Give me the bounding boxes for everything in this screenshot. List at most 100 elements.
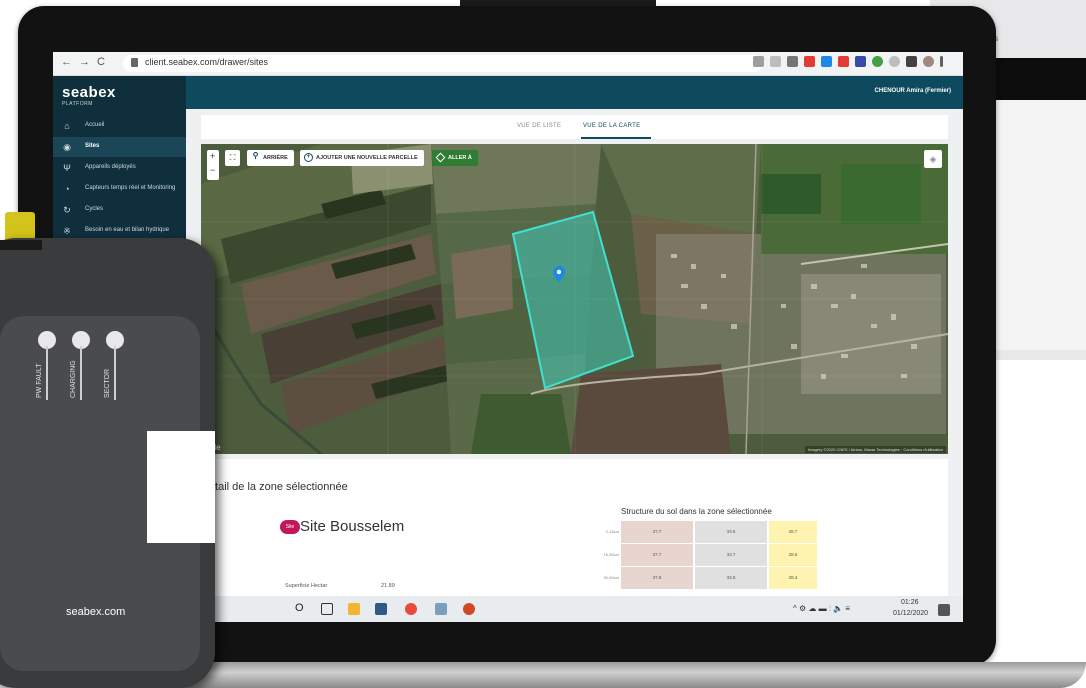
main-content: VUE DE LISTE VUE DE LA CARTE + − ⛶ ⚲ ARR… (186, 109, 963, 596)
user-menu[interactable]: CHENOUR Amira (Fermier) (875, 88, 951, 94)
add-circle-icon: + (304, 153, 313, 162)
diamond-icon (435, 152, 446, 163)
extension-blue-icon[interactable] (821, 56, 832, 67)
device-side-tab (147, 431, 215, 543)
sidebar-item-label: Cycles (85, 206, 104, 212)
profile-avatar[interactable] (923, 56, 934, 67)
satellite-map[interactable]: + − ⛶ ⚲ ARRIÈRE + AJOUTER UNE NOUVELLE P… (201, 144, 948, 454)
calculator-icon[interactable] (375, 603, 387, 615)
goto-label: ALLER À (448, 155, 472, 161)
clock-date[interactable]: 01/12/2020 (893, 610, 928, 617)
zoom-out-button[interactable]: − (210, 165, 215, 175)
zoom-icon[interactable] (753, 56, 764, 67)
water-icon: ※ (63, 226, 71, 236)
clock-time[interactable]: 01:26 (901, 599, 919, 606)
back-button[interactable]: ⚲ ARRIÈRE (247, 150, 294, 166)
sidebar-item-appareils[interactable]: Ψ Appareils déployés (53, 158, 186, 178)
sidebar-item-label: Accueil (85, 122, 105, 128)
system-tray[interactable]: ^ ⚙ ☁ ▬ ⫶ 🔈 ≡ (793, 604, 850, 614)
area-label: Superficie Hectar (285, 583, 328, 589)
task-view-icon[interactable] (321, 603, 333, 615)
goto-button[interactable]: ALLER À (432, 150, 478, 166)
soil-silt-cell: 33.7 (695, 544, 767, 566)
sidebar-item-cycles[interactable]: ↻ Cycles (53, 200, 186, 220)
led-stem (80, 346, 82, 400)
soil-sand-cell: 28.6 (769, 544, 817, 566)
url-text: client.seabex.com/drawer/sites (145, 57, 269, 67)
extension-red-icon[interactable] (804, 56, 815, 67)
puzzle-icon[interactable] (906, 56, 917, 67)
area-value: 21.89 (381, 583, 395, 589)
soil-structure-title: Structure du sol dans la zone sélectionn… (621, 507, 772, 516)
soil-sand-cell: 28.4 (769, 567, 817, 589)
soil-silt-cell: 33.8 (695, 567, 767, 589)
soil-sand-cell: 28.7 (769, 521, 817, 543)
active-tab-indicator (581, 137, 651, 139)
tab-list-view[interactable]: VUE DE LISTE (517, 123, 561, 129)
soil-depth-label: 15-30cm (603, 552, 619, 557)
back-button-label: ARRIÈRE (263, 155, 288, 161)
site-badge: Site (280, 520, 300, 534)
soil-depth-label: 30-60cm (603, 575, 619, 580)
charging-label: CHARGING (70, 360, 77, 398)
forward-arrow-icon[interactable]: → (79, 56, 90, 68)
antenna-base (0, 240, 42, 250)
reload-icon[interactable]: C (97, 56, 105, 68)
led-stem (46, 346, 48, 400)
fullscreen-icon[interactable]: ⛶ (225, 150, 240, 166)
gauge-icon: ◔ (64, 184, 70, 194)
add-parcel-label: AJOUTER UNE NOUVELLE PARCELLE (316, 155, 418, 161)
site-name: Site Bousselem (300, 518, 405, 535)
camera-icon[interactable] (787, 56, 798, 67)
extension-mail-icon[interactable] (838, 56, 849, 67)
extension-doc-icon[interactable] (855, 56, 866, 67)
extension-green-icon[interactable] (872, 56, 883, 67)
sector-label: SECTOR (104, 368, 111, 398)
zone-detail-panel: Détail de la zone sélectionnée Site Site… (201, 459, 948, 596)
soil-clay-cell: 37.7 (621, 521, 693, 543)
soil-depth-label: 0-15cm (605, 529, 619, 534)
map-attribution[interactable]: Imagery ©2020 CNES / Airbus, Maxar Techn… (804, 446, 946, 453)
selected-parcel[interactable] (201, 144, 948, 454)
app-logo-subtitle: PLATFORM (62, 101, 93, 107)
soil-clay-cell: 37.7 (621, 544, 693, 566)
lock-icon (131, 58, 138, 67)
zoom-control: + − (207, 150, 219, 180)
add-parcel-button[interactable]: + AJOUTER UNE NOUVELLE PARCELLE (300, 150, 424, 166)
sidebar-item-capteurs[interactable]: ◔ Capteurs temps réel et Monitoring (53, 179, 186, 199)
zoom-in-button[interactable]: + (210, 151, 215, 161)
sidebar-item-label: Sites (85, 143, 100, 149)
cycle-icon: ↻ (63, 205, 71, 215)
back-arrow-icon[interactable]: ← (61, 56, 72, 68)
led-stem (114, 346, 116, 400)
chrome-icon[interactable] (405, 603, 417, 615)
device-brand: seabex.com (66, 606, 126, 618)
soil-clay-cell: 37.8 (621, 567, 693, 589)
view-tabs: VUE DE LISTE VUE DE LA CARTE (201, 115, 948, 139)
app-header: CHENOUR Amira (Fermier) (186, 76, 963, 109)
soil-silt-cell: 33.6 (695, 521, 767, 543)
map-pin-icon[interactable] (553, 266, 565, 282)
home-icon: ⌂ (64, 121, 70, 131)
sidebar-item-sites[interactable]: ◉ Sites (53, 137, 186, 157)
layers-icon[interactable]: ◈ (924, 150, 942, 168)
app-logo[interactable]: seabex (62, 84, 116, 101)
address-bar[interactable]: client.seabex.com/drawer/sites (123, 55, 763, 72)
tab-map-view[interactable]: VUE DE LA CARTE (583, 123, 640, 129)
sidebar-item-label: Capteurs temps réel et Monitoring (85, 185, 176, 191)
search-icon: ⚲ (252, 151, 259, 160)
extension-grey-icon[interactable] (889, 56, 900, 67)
sidebar-item-label: Appareils déployés (85, 164, 136, 170)
notifications-icon[interactable] (938, 604, 950, 616)
tray-chevron-icon[interactable]: ^ (793, 604, 797, 613)
star-icon[interactable] (770, 56, 781, 67)
powerpoint-icon[interactable] (463, 603, 475, 615)
file-explorer-icon[interactable] (348, 603, 360, 615)
search-circle-icon[interactable]: O (295, 602, 304, 614)
browser-bar: ← → C client.seabex.com/drawer/sites (53, 52, 963, 76)
paint-icon[interactable] (435, 603, 447, 615)
antenna-icon: Ψ (63, 163, 71, 173)
detail-title: Détail de la zone sélectionnée (201, 481, 348, 493)
sidebar-item-accueil[interactable]: ⌂ Accueil (53, 116, 186, 136)
menu-dots-icon[interactable] (940, 56, 943, 67)
